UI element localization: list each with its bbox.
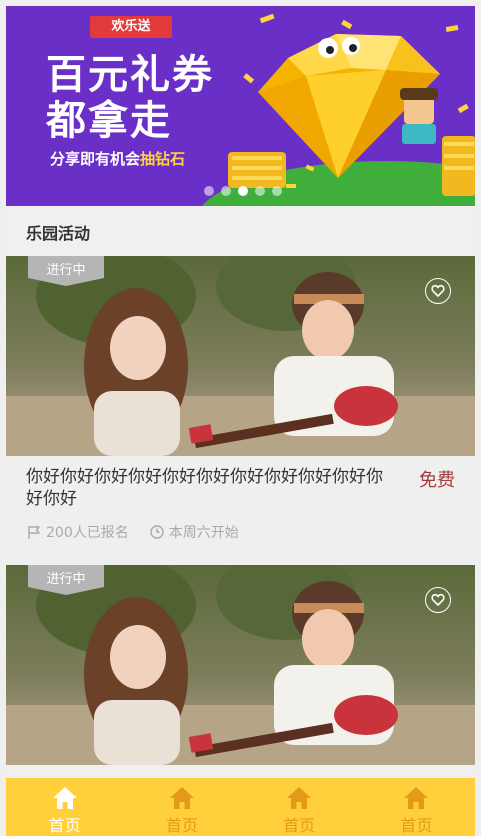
banner-ribbon: 欢乐送: [90, 16, 172, 38]
heart-icon: [431, 284, 445, 297]
section-title: 乐园活动: [26, 224, 91, 243]
status-tag-label: 进行中: [46, 572, 86, 587]
banner-subtitle-prefix: 分享即有机会: [50, 150, 141, 168]
tab-label: 首页: [400, 816, 433, 835]
favorite-button[interactable]: [425, 587, 451, 613]
activity-title[interactable]: 你好你好你好你好你好你好你好你好你好你好你好你好: [26, 466, 386, 510]
carousel-dot-5[interactable]: [272, 186, 282, 196]
banner-headline-2: 都拿走: [46, 98, 172, 144]
promo-banner[interactable]: 欢乐送 百元礼券 都拿走 分享即有机会抽钻石: [6, 6, 475, 206]
app-frame: 欢乐送 百元礼券 都拿走 分享即有机会抽钻石 乐园活动 进行中 你好你好你好你好…: [6, 6, 475, 836]
home-icon: [169, 787, 194, 809]
section-header: 乐园活动: [6, 206, 475, 256]
tab-label: 首页: [283, 816, 316, 835]
carousel-dot-3[interactable]: [238, 186, 248, 196]
tab-home-2[interactable]: 首页: [123, 778, 240, 836]
tab-label: 首页: [165, 816, 198, 835]
activity-info: 你好你好你好你好你好你好你好你好你好你好你好你好 免费 200人已报名 本周六开…: [6, 456, 475, 566]
activity-photo-art: [6, 256, 475, 456]
carousel-indicator: [204, 186, 282, 196]
start-time-text: 本周六开始: [168, 525, 239, 541]
activity-price: 免费: [419, 470, 455, 491]
carousel-dot-4[interactable]: [255, 186, 265, 196]
carousel-dot-2[interactable]: [221, 186, 231, 196]
signup-count-text: 200人已报名: [46, 525, 129, 541]
status-tag-label: 进行中: [46, 263, 86, 278]
activity-photo[interactable]: 进行中: [6, 565, 475, 765]
carousel-dot-1[interactable]: [204, 186, 214, 196]
tab-home-3[interactable]: 首页: [241, 778, 358, 836]
start-time: 本周六开始: [149, 522, 239, 542]
activity-meta: 200人已报名 本周六开始: [26, 522, 259, 542]
status-tag: 进行中: [28, 256, 104, 286]
activity-photo[interactable]: 进行中: [6, 256, 475, 456]
tab-home-4[interactable]: 首页: [358, 778, 475, 836]
signup-count: 200人已报名: [26, 522, 129, 542]
tab-home-1[interactable]: 首页: [6, 778, 123, 836]
home-icon: [52, 787, 77, 809]
home-icon: [404, 787, 429, 809]
banner-subtitle-highlight: 抽钻石: [140, 150, 186, 168]
activity-photo-art: [6, 565, 475, 765]
heart-icon: [431, 593, 445, 606]
banner-subtitle: 分享即有机会抽钻石: [50, 148, 185, 169]
bottom-tab-bar: 首页 首页 首页 首页: [6, 778, 475, 836]
tab-label: 首页: [48, 816, 81, 835]
home-icon: [287, 787, 312, 809]
status-tag: 进行中: [28, 565, 104, 595]
flag-icon: [28, 526, 40, 539]
clock-icon: [150, 525, 164, 539]
favorite-button[interactable]: [425, 278, 451, 304]
